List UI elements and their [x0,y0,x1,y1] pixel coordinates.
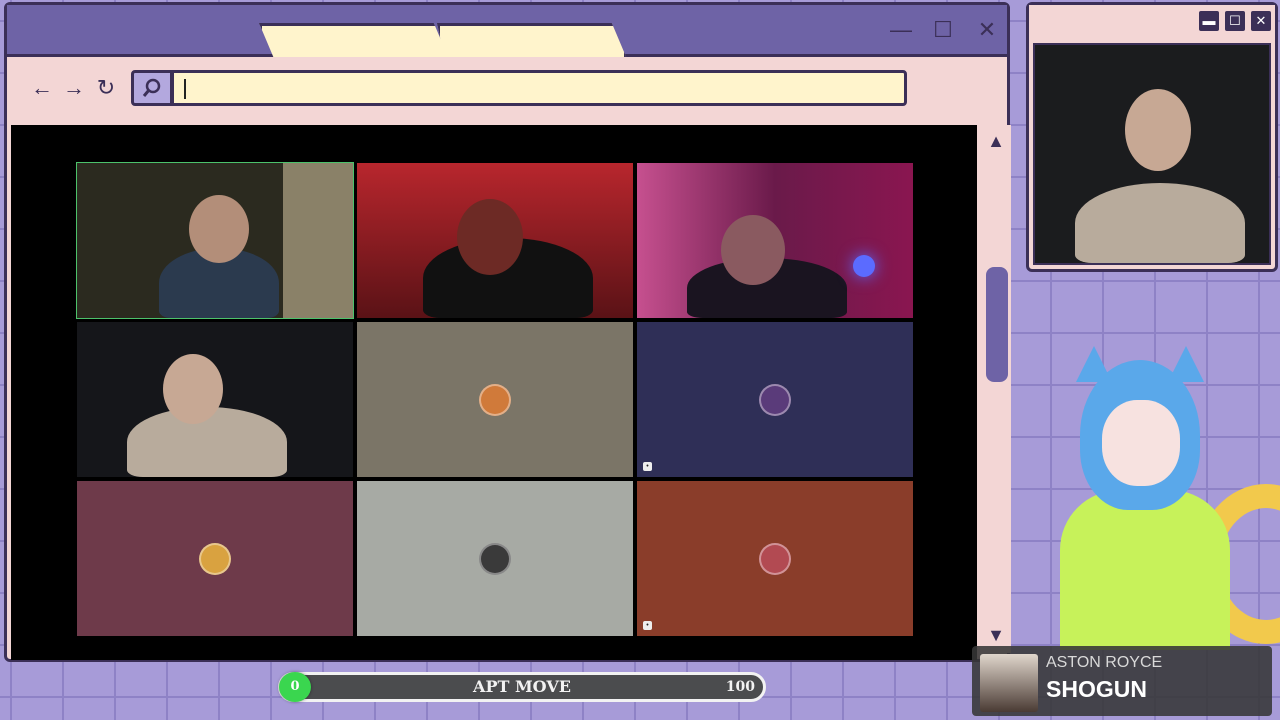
video-tile-7[interactable] [77,481,353,636]
video-call-area: • • [11,125,977,660]
forward-arrow-icon[interactable]: → [61,75,87,101]
webcam-minimize-button[interactable]: ▬ [1199,11,1219,31]
back-arrow-icon[interactable]: ← [29,75,55,101]
now-playing-widget: ASTON ROYCE SHOGUN [972,646,1272,716]
webcam-feed [1033,43,1271,265]
song-title: SHOGUN [1046,676,1147,702]
video-tile-6[interactable]: • [637,322,913,477]
vtuber-hoodie [1060,490,1230,650]
video-tile-4[interactable] [77,322,353,477]
vtuber-avatar [1040,340,1240,650]
browser-tab-2[interactable] [437,23,627,59]
participant-head [163,354,223,424]
progress-max-value: 100 [725,679,755,695]
webcam-maximize-button[interactable]: ☐ [1225,11,1245,31]
video-tile-5[interactable] [357,322,633,477]
scroll-down-icon[interactable]: ▼ [981,625,1011,646]
address-bar[interactable] [171,70,907,106]
search-icon [142,78,161,97]
progress-value: 0 [279,672,311,702]
vtuber-ear-left [1076,346,1112,382]
apt-move-progress-bar: APT MOVE 100 0 [278,672,766,702]
door-background [283,163,353,318]
video-tile-3[interactable] [637,163,913,318]
vtuber-ear-right [1168,346,1204,382]
streamer-head [1125,89,1191,171]
webcam-close-button[interactable]: ✕ [1251,11,1271,31]
streamer-body [1075,183,1245,263]
scroll-thumb[interactable] [986,267,1008,382]
text-cursor [184,79,186,100]
participant-avatar [759,383,791,416]
participant-head [457,199,523,275]
browser-tab-1[interactable] [259,23,449,59]
participant-head [721,215,785,285]
minimize-button[interactable]: — [887,19,915,41]
video-tile-9[interactable]: • [637,481,913,636]
browser-window: — ☐ ✕ ← → ↻ • • ▲ ▼ [4,2,1011,662]
video-tile-1[interactable] [76,162,354,319]
progress-label: APT MOVE [473,677,571,696]
video-tile-8[interactable] [357,481,633,636]
reload-icon[interactable]: ↻ [93,75,119,101]
participant-avatar [479,542,511,575]
vtuber-face [1102,400,1180,486]
mic-off-icon: • [643,621,652,630]
scroll-up-icon[interactable]: ▲ [981,131,1011,152]
mic-off-icon: • [643,462,652,471]
light-source [853,255,875,277]
participant-avatar [479,383,511,416]
song-artist: ASTON ROYCE [1046,654,1163,671]
nav-bar: ← → ↻ [7,57,1007,123]
webcam-title-bar: ▬ ☐ ✕ [1029,5,1275,39]
video-tile-2[interactable] [357,163,633,318]
webcam-window: ▬ ☐ ✕ [1026,2,1278,272]
scrollbar[interactable]: ▲ ▼ [981,125,1011,653]
participant-head [189,195,249,263]
title-bar: — ☐ ✕ [7,5,1007,59]
close-button[interactable]: ✕ [973,19,1001,41]
participant-avatar [199,542,231,575]
participant-avatar [759,542,791,575]
album-art [980,654,1038,712]
search-button[interactable] [131,70,173,106]
maximize-button[interactable]: ☐ [929,19,957,41]
